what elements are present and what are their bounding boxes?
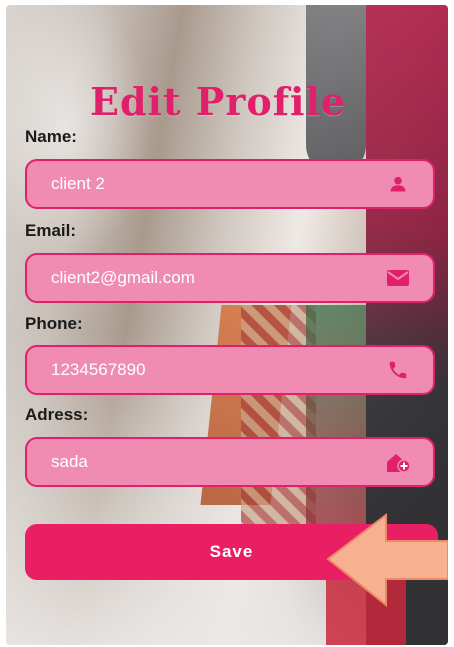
address-label: Adress: <box>25 405 89 424</box>
phone-label: Phone: <box>25 314 83 333</box>
phone-icon <box>385 357 411 383</box>
screen: Edit Profile Name: Email: Phone: Adress:… <box>6 5 448 645</box>
phone-input[interactable] <box>27 347 385 393</box>
person-icon <box>385 171 411 197</box>
name-input[interactable] <box>27 161 385 207</box>
name-field-container <box>25 159 435 209</box>
name-label: Name: <box>25 127 77 146</box>
email-field-container <box>25 253 435 303</box>
background-shopping-bag <box>241 305 316 555</box>
address-field-container <box>25 437 435 487</box>
email-input[interactable] <box>27 255 385 301</box>
page-title: Edit Profile <box>90 79 347 124</box>
phone-field-container <box>25 345 435 395</box>
home-add-icon <box>385 449 411 475</box>
annotation-arrow-icon <box>326 513 448 608</box>
email-label: Email: <box>25 221 77 240</box>
address-input[interactable] <box>27 439 385 485</box>
mail-icon <box>385 265 411 291</box>
